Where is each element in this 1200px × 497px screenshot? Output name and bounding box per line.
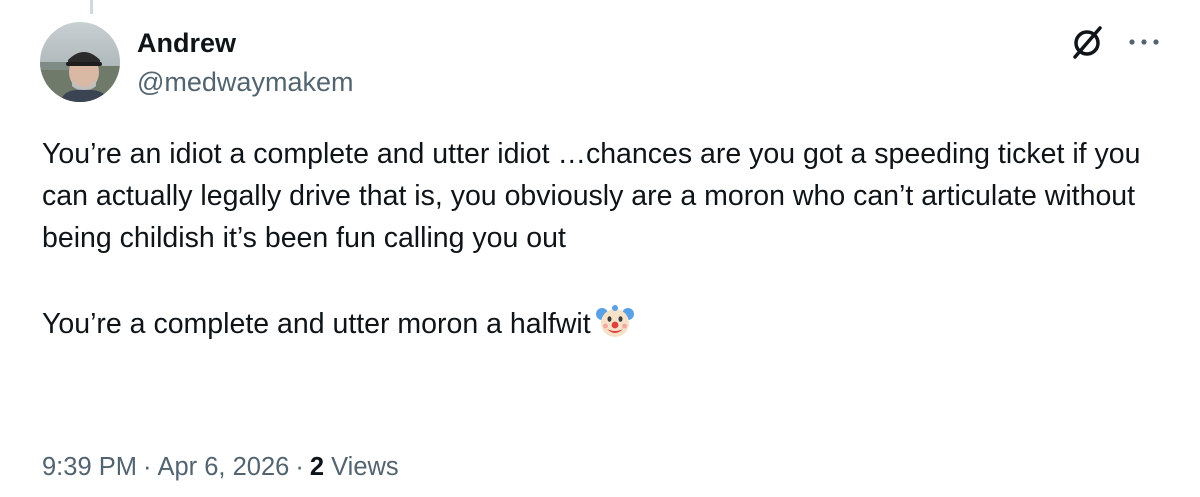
views-label: Views (331, 453, 399, 481)
tweet-time-link[interactable]: 9:39 PM · Apr 6, 2026 (42, 453, 289, 481)
views-count: 2 (309, 453, 325, 481)
tweet-date: Apr 6, 2026 (157, 453, 290, 481)
meta-separator: · (295, 453, 304, 481)
grok-icon[interactable] (1068, 24, 1106, 62)
tweet-meta: 9:39 PM · Apr 6, 2026 · 2 Views (42, 450, 399, 484)
tweet-paragraph: You’re an idiot a complete and utter idi… (42, 138, 1141, 254)
more-options-icon[interactable] (1124, 30, 1164, 54)
tweet-time: 9:39 PM (42, 453, 137, 481)
author-handle[interactable]: @medwaymakem (137, 66, 353, 98)
views-link[interactable]: 2 Views (310, 453, 399, 481)
meta-separator: · (142, 453, 152, 481)
clown-face-emoji-icon (595, 305, 634, 337)
tweet-paragraph: You’re a complete and utter moron a half… (42, 301, 1172, 345)
tweet-paragraph-text: You’re a complete and utter moron a half… (42, 308, 591, 340)
avatar-image (40, 22, 120, 102)
tweet-text: You’re an idiot a complete and utter idi… (42, 133, 1172, 345)
thread-connector-line (90, 0, 93, 14)
avatar[interactable] (40, 22, 120, 102)
author-display-name[interactable]: Andrew (137, 27, 236, 59)
